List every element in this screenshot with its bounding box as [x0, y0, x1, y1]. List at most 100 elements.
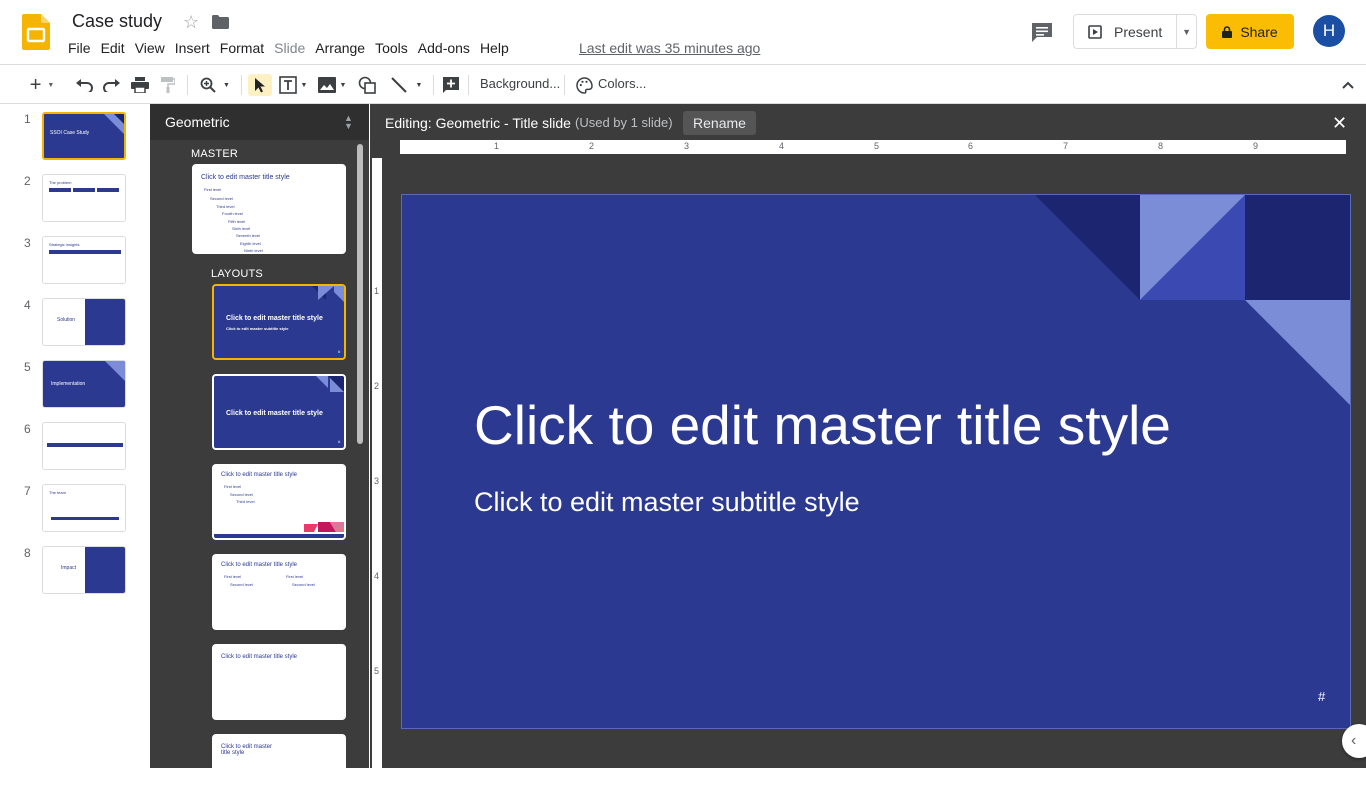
- layout-thumbnail-title-and-body[interactable]: Click to edit master title style First l…: [212, 464, 346, 540]
- rename-button[interactable]: Rename: [683, 111, 756, 135]
- comments-icon[interactable]: [1030, 21, 1054, 43]
- theme-panel-scrollbar[interactable]: [357, 144, 363, 444]
- thumb-title: SSOI Case Study: [50, 130, 90, 136]
- folder-icon[interactable]: [212, 15, 229, 29]
- slide-thumbnail-4[interactable]: Solution: [42, 298, 126, 346]
- insert-comment-button[interactable]: [440, 74, 462, 96]
- colors-button[interactable]: Colors...: [598, 76, 646, 91]
- menu-slide[interactable]: Slide: [270, 40, 309, 60]
- vertical-ruler-track: 1 2 3 4 5: [372, 158, 382, 768]
- thumb-number: #: [338, 349, 341, 354]
- present-label: Present: [1114, 23, 1163, 40]
- thumb-decoration: [85, 299, 125, 345]
- thumb-title: The team: [49, 490, 66, 495]
- undo-button[interactable]: [73, 74, 95, 96]
- ruler-mark: 3: [374, 476, 380, 486]
- ruler-mark: 9: [1253, 141, 1259, 151]
- shape-button[interactable]: [355, 74, 379, 96]
- slide-number-placeholder[interactable]: #: [1318, 689, 1325, 704]
- ruler-mark: 5: [874, 141, 880, 151]
- new-slide-button[interactable]: + ▼: [24, 74, 60, 96]
- menu-tools[interactable]: Tools: [371, 40, 412, 60]
- vertical-ruler[interactable]: 1 2 3 4 5: [370, 154, 384, 768]
- thumb-level: Fifth level: [228, 219, 246, 224]
- present-button[interactable]: Present: [1074, 15, 1178, 48]
- ruler-mark: 2: [374, 381, 380, 391]
- layout-thumbnail-two-columns[interactable]: Click to edit master title style First l…: [212, 554, 346, 630]
- thumb-number: #: [338, 439, 341, 444]
- slide-canvas[interactable]: Click to edit master title style Click t…: [401, 194, 1351, 729]
- paint-format-button[interactable]: [157, 74, 179, 96]
- slide-number: 8: [24, 546, 31, 560]
- thumb-title: Click to edit master title style: [221, 562, 298, 568]
- slide-thumbnail-7[interactable]: The team: [42, 484, 126, 532]
- slides-logo-icon[interactable]: [22, 14, 50, 50]
- layout-thumbnail-one-column[interactable]: Click to edit master title style: [212, 734, 346, 810]
- avatar[interactable]: H: [1313, 15, 1345, 47]
- menu-edit[interactable]: Edit: [97, 40, 129, 60]
- thumb-subtitle: Click to edit master subtitle style: [226, 326, 289, 331]
- slide-thumbnail-3[interactable]: Strategic insights: [42, 236, 126, 284]
- slide-filmstrip: 1 SSOI Case Study 2 The problem 3 Strate…: [0, 104, 150, 768]
- toolbar-divider: [241, 75, 242, 95]
- collapse-toolbar-button[interactable]: [1338, 74, 1358, 96]
- sort-icon[interactable]: ▲ ▼: [344, 114, 353, 131]
- master-thumbnail[interactable]: Click to edit master title style First l…: [192, 164, 346, 254]
- text-box-icon: [278, 76, 297, 94]
- toolbar-divider: [433, 75, 434, 95]
- ruler-mark: 2: [589, 141, 595, 151]
- thumb-decoration: [73, 188, 95, 192]
- image-icon: [317, 77, 336, 93]
- menu-help[interactable]: Help: [476, 40, 513, 60]
- share-button[interactable]: Share: [1206, 14, 1294, 49]
- layout-thumbnail-title-slide[interactable]: Click to edit master title style Click t…: [212, 284, 346, 360]
- document-title[interactable]: Case study: [72, 11, 162, 32]
- star-icon[interactable]: ☆: [183, 12, 199, 33]
- slide-number: 5: [24, 360, 31, 374]
- last-edit-link[interactable]: Last edit was 35 minutes ago: [579, 40, 760, 56]
- theme-name[interactable]: Geometric: [165, 114, 230, 130]
- select-tool-button[interactable]: [248, 74, 272, 96]
- horizontal-ruler[interactable]: 1 2 3 4 5 6 7 8 9: [400, 140, 1346, 154]
- slide-thumbnail-2[interactable]: The problem: [42, 174, 126, 222]
- ruler-mark: 7: [1063, 141, 1069, 151]
- present-options-chevron-down-icon[interactable]: ▼: [1177, 27, 1196, 37]
- paint-format-icon: [161, 77, 175, 93]
- slide-title-placeholder[interactable]: Click to edit master title style: [474, 393, 1171, 457]
- thumb-level: Second level: [210, 196, 233, 201]
- present-icon: [1088, 24, 1102, 39]
- menu-insert[interactable]: Insert: [171, 40, 214, 60]
- layout-editor: Editing: Geometric - Title slide (Used b…: [370, 104, 1366, 768]
- slide-thumbnail-5[interactable]: Implementation: [42, 360, 126, 408]
- zoom-icon: [200, 77, 216, 93]
- layout-thumbnail-section-header[interactable]: Click to edit master title style #: [212, 374, 346, 450]
- print-button[interactable]: [129, 74, 151, 96]
- lock-icon: [1222, 25, 1233, 38]
- image-button[interactable]: ▼: [315, 74, 349, 96]
- ruler-mark: 4: [374, 571, 380, 581]
- menu-arrange[interactable]: Arrange: [311, 40, 369, 60]
- slide-subtitle-placeholder[interactable]: Click to edit master subtitle style: [474, 487, 860, 518]
- background-button[interactable]: Background...: [480, 76, 560, 91]
- shape-icon: [358, 76, 376, 94]
- menu-format[interactable]: Format: [216, 40, 268, 60]
- slide-geometric-decoration: [1035, 195, 1350, 405]
- close-icon[interactable]: ✕: [1332, 113, 1347, 134]
- slide-thumbnail-8[interactable]: Impact: [42, 546, 126, 594]
- slide-thumbnail-1[interactable]: SSOI Case Study: [42, 112, 126, 160]
- line-button[interactable]: ▼: [386, 74, 426, 96]
- slide-thumbnail-6[interactable]: [42, 422, 126, 470]
- menu-addons[interactable]: Add-ons: [414, 40, 474, 60]
- chevron-down-icon: ▼: [415, 81, 423, 89]
- thumb-level: Second level: [230, 582, 253, 587]
- thumb-title: Strategic insights: [49, 242, 80, 247]
- menu-file[interactable]: File: [64, 40, 95, 60]
- thumb-level: Seventh level: [236, 233, 261, 238]
- text-box-button[interactable]: ▼: [276, 74, 310, 96]
- menu-view[interactable]: View: [131, 40, 169, 60]
- thumb-level: Ninth level: [244, 248, 263, 253]
- layout-thumbnail-title-only[interactable]: Click to edit master title style: [212, 644, 346, 720]
- redo-button[interactable]: [101, 74, 123, 96]
- zoom-button[interactable]: ▼: [195, 74, 235, 96]
- toolbar-divider: [564, 75, 565, 95]
